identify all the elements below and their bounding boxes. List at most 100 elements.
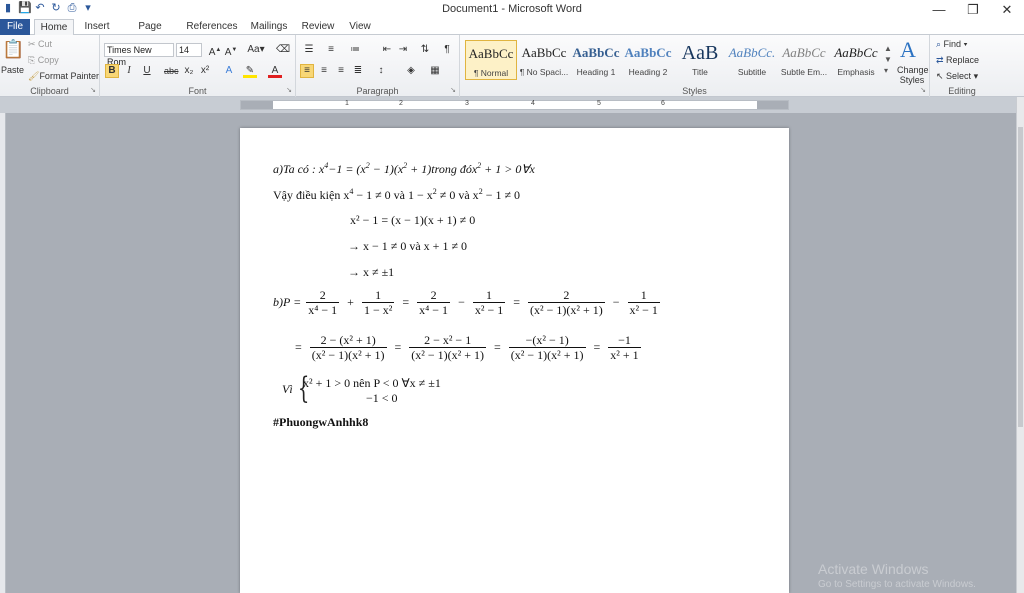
ruler-number: 3 — [465, 100, 469, 107]
font-label: Font — [188, 86, 207, 96]
tab-home[interactable]: Home — [34, 19, 74, 36]
styles-launcher-icon[interactable]: ↘ — [920, 86, 926, 94]
cut-button[interactable]: ✂ Cut — [28, 39, 52, 50]
style-heading-2[interactable]: AaBbCc Heading 2 — [622, 40, 674, 80]
tab-references[interactable]: References — [186, 19, 238, 35]
style-emphasis[interactable]: AaBbCc Emphasis — [830, 40, 882, 80]
since-label: Vì — [282, 382, 293, 396]
vertical-scrollbar[interactable] — [1016, 97, 1024, 593]
bold-button[interactable]: B — [105, 64, 119, 78]
math-line-simplify: = 2 − (x² + 1) (x² − 1)(x² + 1) = 2 − x² … — [295, 333, 641, 362]
vertical-ruler[interactable] — [0, 113, 6, 593]
style-normal[interactable]: AaBbCc ¶ Normal — [465, 40, 517, 80]
align-left-icon[interactable]: ≡ — [300, 64, 314, 78]
math-line-a: a)Ta có : x4−1 = (x2 − 1)(x2 + 1)trong đ… — [273, 161, 535, 176]
align-right-icon[interactable]: ≡ — [334, 64, 348, 78]
copy-button[interactable]: ⎘ Copy — [28, 55, 59, 66]
replace-icon: ⇄ — [936, 55, 947, 65]
style-no-spacing[interactable]: AaBbCc ¶ No Spaci... — [518, 40, 570, 80]
find-button[interactable]: ⌕ Find ▾ — [936, 39, 967, 50]
strikethrough-button[interactable]: abc — [164, 64, 179, 78]
ruler-number: 6 — [661, 100, 665, 107]
bullets-icon[interactable]: ☰ — [302, 43, 316, 57]
fraction: 2 − (x² + 1) (x² − 1)(x² + 1) — [309, 333, 387, 362]
math-line-implies: → x − 1 ≠ 0 và x + 1 ≠ 0 — [348, 239, 468, 253]
style-heading-1[interactable]: AaBbCc Heading 1 — [570, 40, 622, 80]
font-name-combo[interactable]: Times New Rom — [104, 43, 174, 67]
style-subtitle[interactable]: AaBbCc. Subtitle — [726, 40, 778, 80]
increase-indent-icon[interactable]: ⇥ — [396, 43, 410, 57]
math-line-result: → x ≠ ±1 — [348, 265, 395, 279]
ruler-number: 2 — [399, 100, 403, 107]
grow-font-icon[interactable]: A▲ — [208, 43, 222, 58]
window-title: Document1 - Microsoft Word — [442, 3, 582, 15]
show-formatting-icon[interactable]: ¶ — [440, 43, 454, 57]
tab-insert[interactable]: Insert — [80, 19, 114, 35]
system-line-1: x² + 1 > 0 nên P < 0 ∀x ≠ ±1 — [303, 376, 441, 390]
document-page[interactable]: a)Ta có : x4−1 = (x2 − 1)(x2 + 1)trong đ… — [240, 128, 789, 593]
style-title[interactable]: AaB Title — [674, 40, 726, 80]
sort-icon[interactable]: ⇅ — [418, 43, 432, 57]
restore-button[interactable]: ❐ — [956, 0, 990, 19]
line-spacing-icon[interactable]: ↕ — [374, 64, 388, 78]
editing-label: Editing — [948, 86, 976, 96]
fraction: 1 x² − 1 — [472, 288, 506, 317]
activate-windows-subtext: Go to Settings to activate Windows. — [818, 579, 976, 590]
minimize-button[interactable]: — — [922, 0, 956, 19]
text-effects-icon[interactable]: A — [222, 64, 236, 78]
tab-review[interactable]: Review — [300, 19, 336, 35]
justify-icon[interactable]: ≣ — [351, 64, 365, 78]
shading-icon[interactable]: ◈ — [404, 64, 418, 78]
change-case-icon[interactable]: Aa▾ — [246, 43, 266, 57]
activate-windows-watermark: Activate Windows — [818, 561, 929, 577]
tab-view[interactable]: View — [346, 19, 374, 35]
font-size-combo[interactable]: 14 — [176, 43, 202, 57]
clipboard-label: Clipboard — [30, 86, 69, 96]
style-subtle-emphasis[interactable]: AaBbCc Subtle Em... — [778, 40, 830, 80]
copy-icon: ⎘ — [28, 55, 38, 65]
tab-page-layout[interactable]: Page Layout — [124, 19, 176, 48]
clear-formatting-icon[interactable]: ⌫ — [276, 43, 290, 57]
paste-button[interactable]: Paste — [1, 65, 24, 75]
subscript-button[interactable]: x₂ — [182, 64, 196, 78]
font-launcher-icon[interactable]: ↘ — [286, 86, 292, 94]
fraction: 2 x⁴ − 1 — [417, 288, 451, 317]
font-group: Times New Rom 14 A▲ A▼ Aa▾ ⌫ B I U abc x… — [100, 35, 296, 97]
fraction: 2 (x² − 1)(x² + 1) — [528, 288, 605, 317]
change-styles-icon[interactable]: A — [900, 37, 916, 63]
italic-button[interactable]: I — [122, 64, 136, 78]
decrease-indent-icon[interactable]: ⇤ — [380, 43, 394, 57]
close-button[interactable]: ✕ — [990, 0, 1024, 19]
paragraph-group: ☰ ≡ ≔ ⇤ ⇥ ⇅ ¶ ≡ ≡ ≡ ≣ ↕ ◈ ▦ Paragraph ↘ — [296, 35, 460, 97]
fraction: −(x² − 1) (x² − 1)(x² + 1) — [508, 333, 586, 362]
styles-scroll-icon[interactable]: ▲ ▼ ▾ — [884, 43, 892, 76]
highlight-icon[interactable]: ✎ — [243, 64, 257, 78]
replace-button[interactable]: ⇄ Replace — [936, 55, 979, 66]
scrollbar-thumb[interactable] — [1018, 127, 1023, 427]
align-center-icon[interactable]: ≡ — [317, 64, 331, 78]
format-painter-button[interactable]: 🖌Format Painter — [28, 71, 99, 82]
fraction: 2 − x² − 1 (x² − 1)(x² + 1) — [409, 333, 486, 362]
math-line-factor: x² − 1 = (x − 1)(x + 1) ≠ 0 — [350, 213, 476, 227]
multilevel-list-icon[interactable]: ≔ — [348, 43, 362, 57]
styles-group: AaBbCc ¶ Normal AaBbCc ¶ No Spaci... AaBbC… — [460, 35, 930, 97]
paragraph-label: Paragraph — [356, 86, 399, 96]
math-line-condition: Vậy điều kiện x4 − 1 ≠ 0 và 1 − x2 ≠ 0 v… — [273, 187, 521, 202]
system-line-2: −1 < 0 — [366, 391, 398, 405]
title-bar: ▮ 💾 ↶ ↻ ⎙ ▾ Document1 - Microsoft Word —… — [0, 0, 1024, 19]
horizontal-ruler[interactable]: 1 2 3 4 5 6 — [240, 100, 789, 110]
tab-file[interactable]: File — [0, 19, 30, 35]
font-color-icon[interactable]: A — [268, 64, 282, 78]
shrink-font-icon[interactable]: A▼ — [224, 43, 238, 58]
select-button[interactable]: ↖ Select ▾ — [936, 71, 978, 82]
change-styles-button[interactable]: Change Styles — [897, 65, 929, 85]
superscript-button[interactable]: x² — [198, 64, 212, 78]
paragraph-launcher-icon[interactable]: ↘ — [450, 86, 456, 94]
numbering-icon[interactable]: ≡ — [324, 43, 338, 57]
ruler-number: 5 — [597, 100, 601, 107]
paste-icon[interactable]: 📋 — [2, 39, 24, 60]
underline-button[interactable]: U — [140, 64, 154, 78]
tab-mailings[interactable]: Mailings — [248, 19, 290, 35]
clipboard-launcher-icon[interactable]: ↘ — [90, 86, 96, 94]
borders-icon[interactable]: ▦ — [428, 64, 442, 78]
